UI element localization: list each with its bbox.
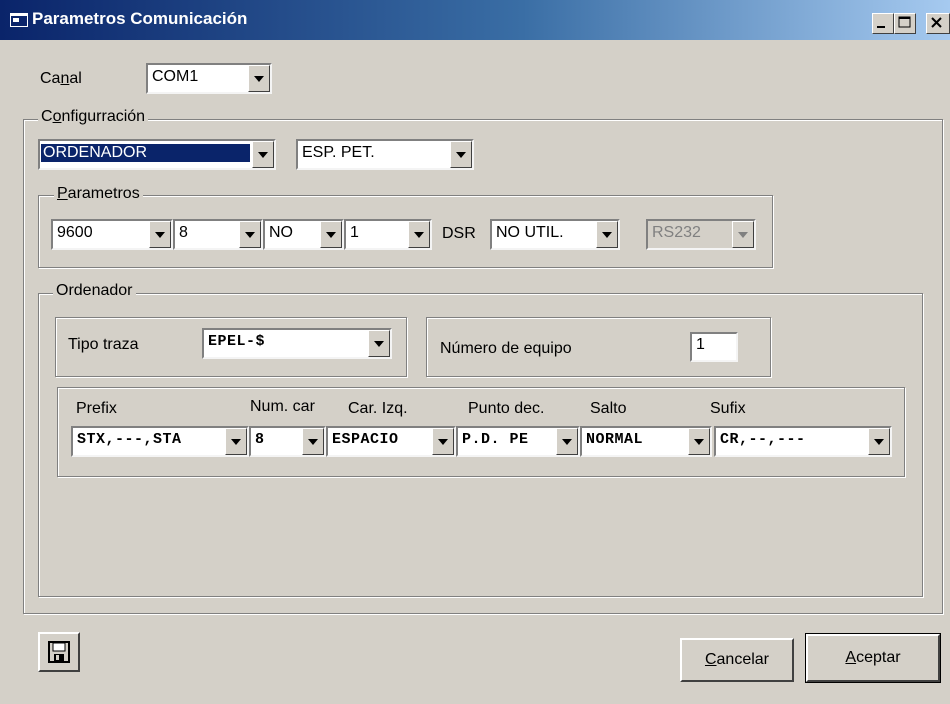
close-button[interactable] (926, 13, 950, 34)
chevron-down-icon[interactable] (596, 221, 618, 248)
numero-equipo-value: 1 (696, 336, 705, 353)
interface-value: RS232 (652, 224, 701, 241)
chevron-down-icon[interactable] (432, 428, 454, 455)
mode-value: ORDENADOR (41, 144, 250, 162)
puntodec-select[interactable]: P.D. PE (456, 426, 580, 457)
maximize-button[interactable] (894, 13, 916, 34)
chevron-down-icon[interactable] (688, 428, 710, 455)
salto-value: NORMAL (586, 431, 644, 448)
chevron-down-icon[interactable] (408, 221, 430, 248)
chevron-down-icon[interactable] (252, 141, 274, 168)
save-button[interactable] (38, 632, 80, 672)
chevron-down-icon[interactable] (868, 428, 890, 455)
numero-equipo-input[interactable]: 1 (690, 332, 738, 362)
baud-select[interactable]: 9600 (51, 219, 173, 250)
title-bar[interactable]: Parametros Comunicación (0, 0, 950, 40)
configuracion-legend: Configurración (38, 108, 149, 126)
dsr-label: DSR (442, 225, 476, 242)
cancel-label: Cancelar (704, 651, 770, 668)
sufix-select[interactable]: CR,--,--- (714, 426, 892, 457)
sufix-label: Sufix (710, 400, 746, 417)
tipo-traza-value: EPEL-$ (208, 333, 266, 350)
canal-select[interactable]: COM1 (146, 63, 272, 94)
window-title: Parametros Comunicación (32, 9, 248, 28)
prefix-label: Prefix (76, 400, 117, 417)
type-value: ESP. PET. (302, 144, 375, 161)
chevron-down-icon[interactable] (368, 330, 390, 357)
numcar-select[interactable]: 8 (249, 426, 326, 457)
prefix-select[interactable]: STX,---,STA (71, 426, 249, 457)
numero-equipo-label: Número de equipo (440, 340, 572, 357)
sufix-value: CR,--,--- (720, 431, 806, 448)
parametros-legend: Parametros (54, 185, 143, 203)
parity-select[interactable]: NO (263, 219, 344, 250)
close-icon (931, 17, 942, 28)
chevron-down-icon[interactable] (556, 428, 578, 455)
canal-label: Canal (40, 70, 82, 87)
chevron-down-icon[interactable] (248, 65, 270, 92)
salto-label: Salto (590, 400, 627, 417)
numcar-value: 8 (255, 431, 265, 448)
stopbits-select[interactable]: 1 (344, 219, 432, 250)
baud-value: 9600 (57, 224, 93, 241)
dialog-window: Parametros Comunicación Canal COM1 Confi… (0, 0, 950, 704)
databits-value: 8 (179, 224, 188, 241)
type-select[interactable]: ESP. PET. (296, 139, 474, 170)
minimize-icon (877, 26, 885, 28)
chevron-down-icon[interactable] (149, 221, 171, 248)
accept-button[interactable]: Aceptar (805, 633, 941, 683)
chevron-down-icon[interactable] (320, 221, 342, 248)
puntodec-value: P.D. PE (462, 431, 529, 448)
carizq-label: Car. Izq. (348, 400, 408, 417)
carizq-value: ESPACIO (332, 431, 399, 448)
mode-select[interactable]: ORDENADOR (38, 139, 276, 170)
cancel-button[interactable]: Cancelar (680, 638, 794, 682)
stopbits-value: 1 (350, 224, 359, 241)
floppy-disk-icon (48, 641, 70, 663)
chevron-down-icon[interactable] (239, 221, 261, 248)
puntodec-label: Punto dec. (468, 400, 545, 417)
databits-select[interactable]: 8 (173, 219, 263, 250)
accept-label: Aceptar (845, 649, 901, 666)
numcar-label: Num. car (250, 398, 315, 415)
minimize-button[interactable] (872, 13, 894, 34)
app-icon (10, 13, 28, 27)
chevron-down-icon (732, 221, 754, 248)
chevron-down-icon[interactable] (450, 141, 472, 168)
ordenador-legend: Ordenador (53, 282, 136, 300)
salto-select[interactable]: NORMAL (580, 426, 712, 457)
chevron-down-icon[interactable] (225, 428, 247, 455)
tipo-traza-label: Tipo traza (68, 336, 139, 353)
prefix-value: STX,---,STA (77, 431, 182, 448)
interface-select: RS232 (646, 219, 756, 250)
canal-value: COM1 (152, 68, 199, 85)
dsr-value: NO UTIL. (496, 224, 564, 241)
maximize-icon (898, 16, 911, 28)
carizq-select[interactable]: ESPACIO (326, 426, 456, 457)
tipo-traza-select[interactable]: EPEL-$ (202, 328, 392, 359)
dsr-select[interactable]: NO UTIL. (490, 219, 620, 250)
chevron-down-icon[interactable] (302, 428, 324, 455)
parity-value: NO (269, 224, 293, 241)
